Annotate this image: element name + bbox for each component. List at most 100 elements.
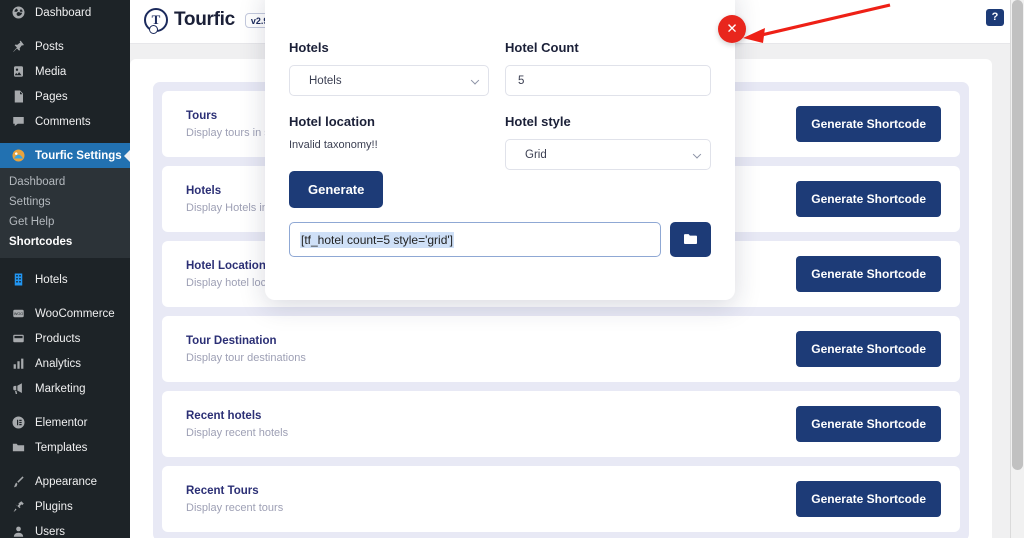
submenu-item-dashboard[interactable]: Dashboard — [0, 172, 130, 192]
sidebar-item-posts[interactable]: Posts — [0, 34, 130, 59]
elementor-icon — [9, 414, 28, 432]
shortcode-card-text: Hotel Location Display hotel locati — [186, 260, 278, 289]
page-scrollbar[interactable] — [1010, 0, 1024, 538]
sidebar-item-media[interactable]: Media — [0, 59, 130, 84]
sidebar-item-label: Pages — [35, 90, 68, 103]
hotel-style-select[interactable]: Grid — [505, 139, 711, 170]
shortcode-card-text: Recent hotels Display recent hotels — [186, 410, 288, 439]
help-icon[interactable]: ? — [986, 9, 1004, 26]
sidebar-item-marketing[interactable]: Marketing — [0, 376, 130, 401]
pages-icon — [9, 88, 28, 106]
shortcode-card-title: Recent Tours — [186, 484, 259, 497]
sidebar-item-hotels[interactable]: Hotels — [0, 267, 130, 292]
shortcode-card-description: Display recent hotels — [186, 426, 289, 439]
sidebar-item-label: Templates — [35, 441, 88, 454]
media-icon — [9, 63, 28, 81]
sidebar-item-plugins[interactable]: Plugins — [0, 494, 130, 519]
submenu-item-settings[interactable]: Settings — [0, 192, 130, 212]
hotels-label: Hotels — [289, 40, 329, 55]
dashboard-icon — [9, 4, 28, 22]
tourfic-logo-mark: T — [144, 8, 168, 34]
folder-icon — [9, 439, 28, 457]
hotels-field-group: Hotels Hotels — [289, 40, 489, 96]
megaphone-icon — [9, 380, 28, 398]
sidebar-nav-list: Dashboard Posts Media Pages Comments Tourfic … — [0, 0, 130, 538]
submenu-item-get-help[interactable]: Get Help — [0, 212, 130, 232]
hotels-select-wrap: Hotels — [289, 65, 489, 96]
sidebar-item-dashboard[interactable]: Dashboard — [0, 0, 130, 25]
user-icon — [9, 523, 28, 538]
shortcode-card: Recent Tours Display recent tours Generate… — [162, 466, 960, 532]
hotels-select[interactable]: Hotels — [289, 65, 489, 96]
shortcode-card-title: Tour Destination — [186, 334, 277, 347]
sidebar-item-label: Marketing — [35, 382, 86, 395]
sidebar-item-appearance[interactable]: Appearance — [0, 469, 130, 494]
shortcode-card-text: Recent Tours Display recent tours — [186, 485, 283, 514]
shortcode-generator-modal: ✕ Hotels Hotels Hotel Count 5 Hotel loca… — [265, 0, 746, 300]
sidebar-item-label: Users — [35, 525, 66, 538]
sidebar-item-label: WooCommerce — [35, 307, 115, 320]
brush-icon — [9, 473, 28, 491]
generate-shortcode-button[interactable]: Generate Shortcode — [796, 331, 941, 367]
hotel-style-field-group: Hotel style Grid — [505, 114, 711, 208]
generate-button[interactable]: Generate — [289, 171, 384, 208]
shortcode-card-description: Display tour destinations — [186, 351, 306, 364]
modal-body: Hotels Hotels Hotel Count 5 Hotel locati… — [265, 0, 735, 257]
bar-chart-icon — [9, 355, 28, 373]
tourfic-icon — [9, 147, 28, 165]
admin-screen: Dashboard Posts Media Pages Comments Tourfic … — [0, 0, 1024, 538]
modal-row-2: Hotel location Invalid taxonomy!! Genera… — [289, 114, 711, 208]
sidebar-item-label: Comments — [35, 115, 91, 128]
shortcode-card-text: Tour Destination Display tour destination… — [186, 335, 306, 364]
plug-icon — [9, 498, 28, 516]
sidebar-item-label: Media — [35, 65, 67, 78]
shortcode-card-description: Display recent tours — [186, 501, 284, 514]
generate-shortcode-button[interactable]: Generate Shortcode — [796, 181, 941, 217]
submenu-item-shortcodes[interactable]: Shortcodes — [0, 232, 130, 252]
hotel-location-message: Invalid taxonomy!! — [289, 139, 378, 151]
hotel-location-field-group: Hotel location Invalid taxonomy!! Genera… — [289, 114, 489, 208]
scrollbar-thumb[interactable] — [1012, 0, 1023, 470]
sidebar-item-tourfic-settings[interactable]: Tourfic Settings — [0, 143, 130, 168]
shortcode-card-description: Display hotel locati — [186, 276, 278, 289]
sidebar-item-label: Tourfic Settings — [35, 149, 122, 162]
folder-icon — [684, 234, 697, 244]
generate-shortcode-button[interactable]: Generate Shortcode — [796, 406, 941, 442]
pin-icon — [9, 38, 28, 56]
sidebar-item-users[interactable]: Users — [0, 519, 130, 538]
sidebar-item-woocommerce[interactable]: WOO WooCommerce — [0, 301, 130, 326]
sidebar-item-label: Plugins — [35, 500, 73, 513]
sidebar-item-pages[interactable]: Pages — [0, 84, 130, 109]
woo-icon: WOO — [9, 305, 28, 323]
wp-admin-sidebar: Dashboard Posts Media Pages Comments Tourfic … — [0, 0, 130, 538]
generate-shortcode-button[interactable]: Generate Shortcode — [796, 106, 941, 142]
generate-shortcode-button[interactable]: Generate Shortcode — [796, 256, 941, 292]
copy-button[interactable] — [670, 222, 711, 257]
sidebar-item-comments[interactable]: Comments — [0, 109, 130, 134]
sidebar-item-label: Dashboard — [35, 6, 92, 19]
shortcode-output-row: [tf_hotel count=5 style='grid'] — [289, 222, 711, 257]
close-icon[interactable]: ✕ — [718, 15, 746, 43]
generate-shortcode-button[interactable]: Generate Shortcode — [796, 481, 941, 517]
sidebar-item-templates[interactable]: Templates — [0, 435, 130, 460]
shortcode-card-title: Recent hotels — [186, 409, 262, 422]
hotel-count-input[interactable]: 5 — [505, 65, 711, 96]
sidebar-item-label: Analytics — [35, 357, 82, 370]
shortcode-card: Recent hotels Display recent hotels Genera… — [162, 391, 960, 457]
modal-row-1: Hotels Hotels Hotel Count 5 — [289, 40, 711, 96]
hotel-style-select-wrap: Grid — [505, 139, 711, 170]
sidebar-item-analytics[interactable]: Analytics — [0, 351, 130, 376]
sidebar-item-label: Hotels — [35, 273, 68, 286]
tourfic-logo-text: Tourfic — [174, 9, 235, 30]
sidebar-item-label: Elementor — [35, 416, 88, 429]
sidebar-item-products[interactable]: Products — [0, 326, 130, 351]
sidebar-item-elementor[interactable]: Elementor — [0, 410, 130, 435]
shortcode-value: [tf_hotel count=5 style='grid'] — [300, 231, 455, 248]
sidebar-item-label: Appearance — [35, 475, 98, 488]
hotel-count-field-group: Hotel Count 5 — [505, 40, 711, 96]
comment-icon — [9, 113, 28, 131]
shortcode-input[interactable]: [tf_hotel count=5 style='grid'] — [289, 222, 661, 257]
hotel-count-label: Hotel Count — [505, 40, 579, 55]
svg-text:WOO: WOO — [14, 312, 23, 316]
sidebar-item-label: Posts — [35, 40, 64, 53]
